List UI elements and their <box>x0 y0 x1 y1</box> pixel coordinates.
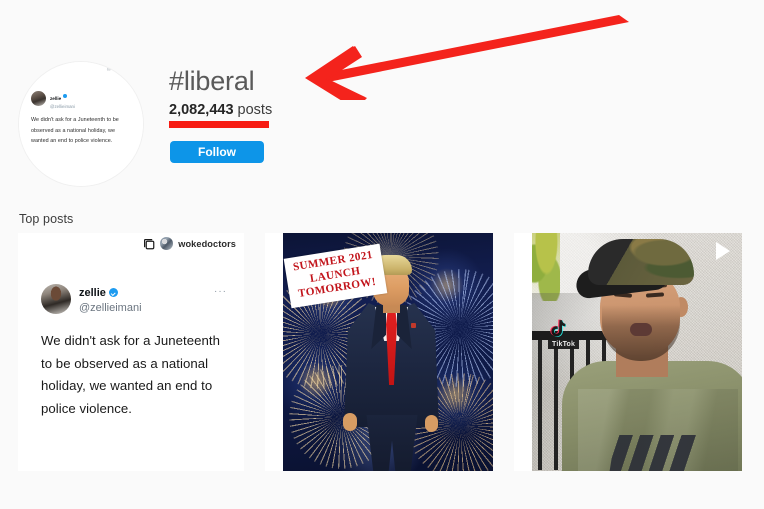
avatar-tweet-author-photo <box>31 91 46 107</box>
tweet-body-text: We didn't ask for a Juneteenth to be obs… <box>41 333 220 417</box>
verified-badge-icon <box>62 93 67 98</box>
fireworks-photo: SUMMER 2021 LAUNCH TOMORROW! <box>283 233 493 471</box>
top-posts-label: Top posts <box>19 212 74 226</box>
flag-lapel-pin <box>411 323 416 328</box>
trousers <box>366 415 418 471</box>
hashtag-profile-avatar[interactable]: for ... zellie @zellieimani We didn't as… <box>19 62 143 186</box>
tiktok-wordmark: TikTok <box>548 340 580 349</box>
post-count: 2,082,443 posts <box>169 103 272 118</box>
video-thumbnail: TikTok <box>532 233 742 471</box>
hashtag-header: for ... zellie @zellieimani We didn't as… <box>0 0 764 200</box>
post-attribution-row: wokedoctors <box>143 237 236 250</box>
tweet-author-avatar <box>41 283 71 314</box>
avatar-tweet-author-row: zellie @zellieimani <box>31 88 131 109</box>
tiktok-watermark: TikTok <box>548 319 580 349</box>
avatar-tweet-handle: @zellieimani <box>50 103 75 109</box>
hand-right <box>425 415 438 432</box>
post-count-label: posts <box>237 102 273 118</box>
reposter-avatar <box>160 237 174 250</box>
hashtag-page-screen: for ... zellie @zellieimani We didn't as… <box>0 0 764 509</box>
avatar-tweet-preview: for ... zellie @zellieimani We didn't as… <box>19 62 143 186</box>
post-count-number: 2,082,443 <box>169 102 234 118</box>
hand-left <box>343 413 357 431</box>
post-card-fireworks[interactable]: SUMMER 2021 LAUNCH TOMORROW! <box>265 233 493 471</box>
top-posts-grid: wokedoctors zellie @zellieimani ··· We d… <box>18 233 746 471</box>
avatar-tweet-text: We didn't ask for a Juneteenth to be obs… <box>31 117 119 145</box>
avatar-corner-note: for ... <box>106 66 116 72</box>
verified-check-icon <box>108 288 118 297</box>
follow-button[interactable]: Follow <box>170 141 264 163</box>
railing-baluster <box>554 340 558 470</box>
tweet-author-row: zellie @zellieimani ··· <box>41 283 227 315</box>
play-icon[interactable] <box>714 241 732 261</box>
avatar-tweet-names: zellie @zellieimani <box>50 88 75 109</box>
tweet-author-names: zellie @zellieimani <box>79 283 214 315</box>
reposter-username: wokedoctors <box>178 238 236 249</box>
red-highlight-underline <box>169 121 269 128</box>
post-card-tweet[interactable]: wokedoctors zellie @zellieimani ··· We d… <box>18 233 244 471</box>
avatar-tweet-display-name: zellie <box>50 96 62 101</box>
page-title: #liberal <box>169 66 255 96</box>
tshirt-print <box>608 435 712 471</box>
carousel-icon <box>144 238 155 249</box>
tweet-display-name: zellie <box>79 287 106 299</box>
foliage <box>532 233 560 301</box>
post-card-video[interactable]: TikTok <box>514 233 742 471</box>
person-figure <box>562 239 742 471</box>
annotation-arrow-icon <box>305 15 629 100</box>
tweet-more-options-icon[interactable]: ··· <box>214 286 227 297</box>
tiktok-note-icon <box>550 319 566 337</box>
mouth <box>630 323 652 336</box>
camo-cap <box>588 239 694 285</box>
tweet-handle: @zellieimani <box>79 301 142 314</box>
railing-baluster <box>538 340 542 470</box>
